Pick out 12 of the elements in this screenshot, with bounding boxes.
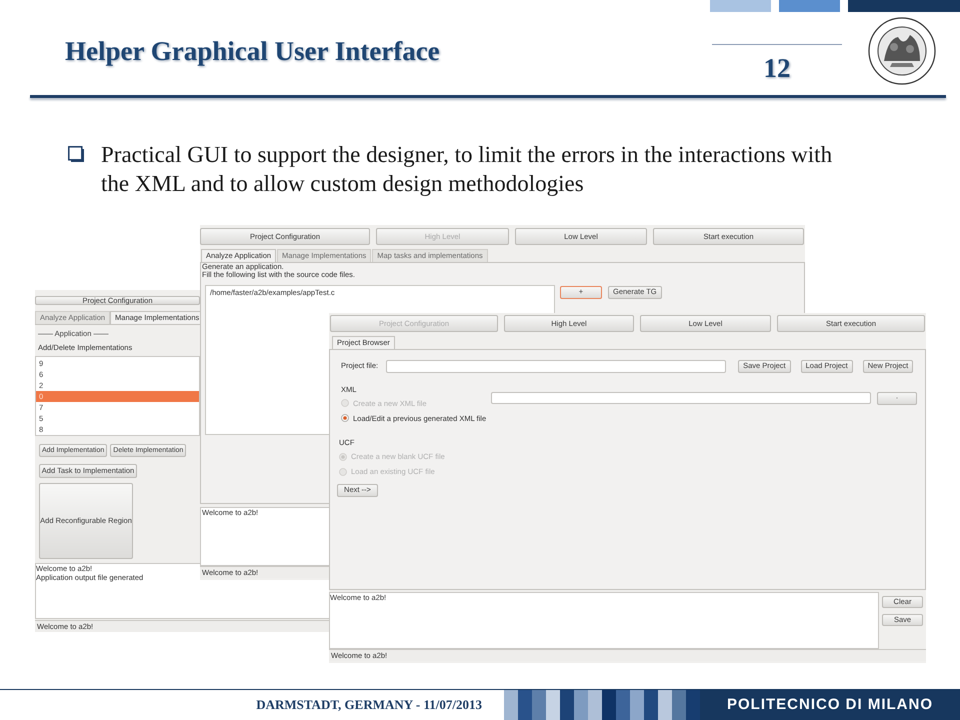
square-bullet-icon — [68, 146, 85, 163]
header-bar — [779, 0, 840, 12]
project-file-field[interactable] — [386, 360, 726, 372]
radio-button[interactable] — [341, 414, 349, 422]
page-number: 12 — [764, 53, 790, 83]
header-bar — [710, 0, 771, 12]
university-seal-logo — [868, 17, 936, 85]
slide-title: Helper Graphical User Interface — [65, 35, 440, 68]
xml-file-field[interactable] — [491, 392, 871, 404]
bullet-text: Practical GUI to support the designer, to limit the errors in the interactions with the XML and to allow custom design methodologies — [101, 141, 834, 198]
institution-name: POLITECNICO DI MILANO — [727, 694, 933, 715]
footer-place-date: DARMSTADT, GERMANY - 11/07/2013 — [256, 696, 482, 714]
